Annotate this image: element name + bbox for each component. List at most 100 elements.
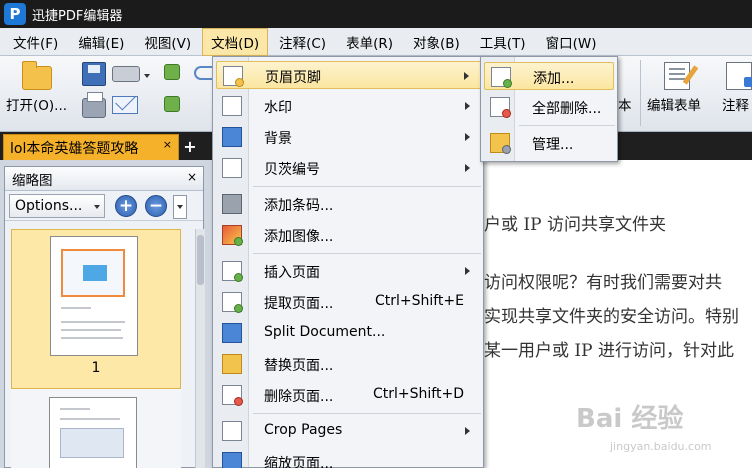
menu-item-label: Crop Pages xyxy=(264,422,343,438)
document-text-line: 某一用户或 IP 进行访问，针对此 xyxy=(484,341,734,361)
title-bar: P 迅捷PDF编辑器 xyxy=(0,0,752,28)
menu-separator xyxy=(253,186,481,187)
submenu-item-delete-all[interactable]: 全部删除... xyxy=(484,93,614,121)
menu-item-label: 页眉页脚 xyxy=(265,70,321,86)
split-document-icon xyxy=(222,323,242,343)
thumbnail-screen xyxy=(83,265,107,281)
forward-button[interactable] xyxy=(164,96,180,112)
thumbnail-scrollbar[interactable] xyxy=(195,229,205,468)
menu-item-label: 替换页面... xyxy=(264,358,334,374)
menu-item-header-footer[interactable]: 页眉页脚 xyxy=(216,61,482,89)
print-button[interactable] xyxy=(82,92,106,118)
thumbnail-image xyxy=(60,428,124,458)
delete-page-icon xyxy=(222,385,243,406)
thumbnail-text-line xyxy=(60,418,120,420)
menu-item-delete-page[interactable]: 删除页面... Ctrl+Shift+D xyxy=(216,381,482,409)
scrollbar-thumb[interactable] xyxy=(197,235,204,285)
menu-item-resize-page[interactable]: 缩放页面... xyxy=(216,448,482,468)
menu-item-replace-page[interactable]: 替换页面... xyxy=(216,350,482,378)
menu-edit[interactable]: 编辑(E) xyxy=(69,28,133,56)
header-footer-submenu: 添加... 全部删除... 管理... xyxy=(480,56,618,162)
menu-item-crop-pages[interactable]: Crop Pages xyxy=(216,417,482,445)
window-title: 迅捷PDF编辑器 xyxy=(32,8,123,24)
menu-item-label: 贝茨编号 xyxy=(264,162,320,178)
scan-dropdown-icon[interactable] xyxy=(144,74,150,78)
thumbnail-image xyxy=(61,249,125,297)
new-tab-icon[interactable]: + xyxy=(181,138,199,156)
menu-form[interactable]: 表单(R) xyxy=(337,28,402,56)
submenu-item-add[interactable]: 添加... xyxy=(484,62,614,90)
watermark-icon xyxy=(222,96,242,116)
header-footer-icon xyxy=(223,66,244,87)
background-icon xyxy=(222,127,242,147)
menu-view[interactable]: 视图(V) xyxy=(135,28,200,56)
menu-object[interactable]: 对象(B) xyxy=(404,28,469,56)
menu-item-label: 插入页面 xyxy=(264,265,320,281)
thumbnail-text-line xyxy=(61,307,91,309)
badge-icon xyxy=(502,145,511,154)
undo-button[interactable] xyxy=(194,66,212,80)
add-image-icon xyxy=(222,225,243,246)
edit-form-button[interactable] xyxy=(664,62,690,90)
watermark-logo: Bai 经验 xyxy=(576,404,684,434)
menu-comment[interactable]: 注释(C) xyxy=(270,28,335,56)
scan-button[interactable] xyxy=(112,66,140,82)
printer-icon xyxy=(82,92,106,118)
menu-separator xyxy=(253,253,481,254)
menu-document[interactable]: 文档(D) xyxy=(202,27,269,56)
badge-icon xyxy=(503,79,512,88)
thumbnail-text-line xyxy=(60,408,90,410)
menu-item-add-image[interactable]: 添加图像... xyxy=(216,221,482,249)
convert-text-label[interactable]: 本 xyxy=(618,94,632,114)
zoom-out-icon[interactable]: − xyxy=(145,195,167,217)
submenu-arrow-icon xyxy=(465,267,470,275)
document-text-line: 实现共享文件夹的安全访问。特别 xyxy=(484,307,739,327)
open-button[interactable] xyxy=(22,61,52,90)
panel-expand-button[interactable] xyxy=(173,195,187,219)
annotate-icon xyxy=(726,62,752,90)
options-dropdown[interactable]: Options... xyxy=(9,193,105,218)
watermark-url: jingyan.baidu.com xyxy=(610,440,712,453)
menu-file[interactable]: 文件(F) xyxy=(4,28,67,56)
menu-tools[interactable]: 工具(T) xyxy=(471,28,535,56)
options-label: Options... xyxy=(15,197,83,214)
menu-item-split-document[interactable]: Split Document... xyxy=(216,319,482,347)
resize-page-icon xyxy=(222,452,242,468)
menu-item-add-barcode[interactable]: 添加条码... xyxy=(216,190,482,218)
page-thumbnail[interactable] xyxy=(50,236,138,356)
panel-close-icon[interactable]: × xyxy=(187,170,197,184)
zoom-in-icon[interactable]: + xyxy=(115,195,137,217)
thumbnail-text-line xyxy=(61,329,121,331)
badge-icon xyxy=(235,78,244,87)
email-button[interactable] xyxy=(112,96,138,114)
menu-item-label: 提取页面... xyxy=(264,296,334,312)
menu-item-shortcut: Ctrl+Shift+E xyxy=(374,293,464,309)
submenu-item-manage[interactable]: 管理... xyxy=(484,129,614,157)
menu-item-background[interactable]: 背景 xyxy=(216,123,482,151)
back-button[interactable] xyxy=(164,64,180,80)
save-button[interactable] xyxy=(82,62,106,86)
menu-item-label: 添加条码... xyxy=(264,198,334,214)
menu-window[interactable]: 窗口(W) xyxy=(537,28,606,56)
edit-form-icon xyxy=(664,62,690,90)
thumbnail-panel-header: 缩略图 × xyxy=(5,167,203,191)
badge-icon xyxy=(234,304,243,313)
menu-item-watermark[interactable]: 水印 xyxy=(216,92,482,120)
tab-close-icon[interactable]: × xyxy=(163,138,172,151)
document-menu: 页眉页脚 水印 背景 贝茨编号 添加条码... 添加图像... 插入页面 提取页… xyxy=(212,56,484,468)
barcode-icon xyxy=(222,194,242,214)
menu-item-shortcut: Ctrl+Shift+D xyxy=(373,386,464,402)
menu-item-bates-numbering[interactable]: 贝茨编号 xyxy=(216,154,482,182)
page-number: 1 xyxy=(91,360,101,376)
document-tab[interactable]: lol本命英雄答题攻略 × xyxy=(3,134,179,160)
menu-item-extract-page[interactable]: 提取页面... Ctrl+Shift+E xyxy=(216,288,482,316)
page-thumbnail[interactable] xyxy=(49,397,137,468)
thumbnail-list[interactable]: 1 xyxy=(11,229,181,468)
menu-item-insert-page[interactable]: 插入页面 xyxy=(216,257,482,285)
annotate-button[interactable] xyxy=(726,62,752,90)
menu-separator xyxy=(253,413,481,414)
thumbnail-toolbar: Options... + − xyxy=(5,191,203,221)
thumbnail-selected[interactable]: 1 xyxy=(11,229,181,389)
insert-page-icon xyxy=(222,261,243,282)
submenu-item-label: 添加... xyxy=(533,71,575,87)
